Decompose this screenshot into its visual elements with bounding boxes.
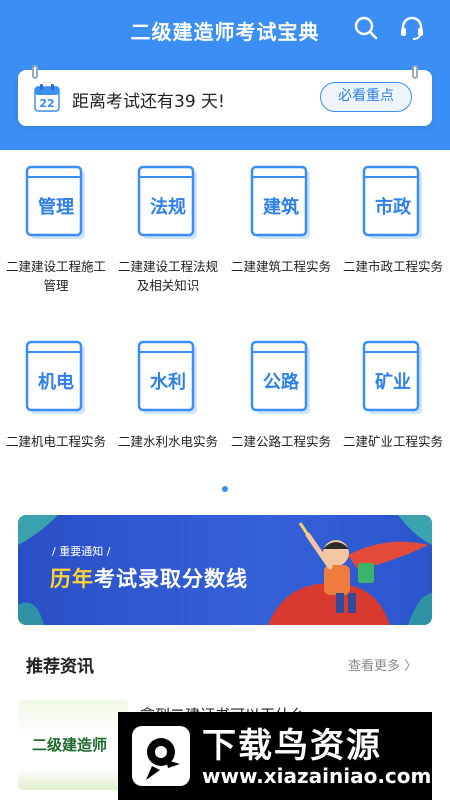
subject-name: 二建建筑工程实务 <box>230 259 331 274</box>
book-label: 水利 <box>150 372 186 393</box>
key-points-button[interactable]: 必看重点 <box>320 82 412 112</box>
app-title: 二级建造师考试宝典 <box>130 20 320 44</box>
banner-title-rest: 考试录取分数线 <box>94 567 248 591</box>
watermark-url: www.xiazainiao.com <box>202 764 432 788</box>
subject-item[interactable]: 市政 二建市政工程实务 <box>337 165 449 276</box>
book-icon: 矿业 <box>362 340 424 416</box>
subject-item[interactable]: 矿业 二建矿业工程实务 <box>337 340 449 451</box>
bird-logo-icon <box>132 726 190 786</box>
book-icon: 水利 <box>137 340 199 416</box>
pager-dot <box>222 486 228 492</box>
recommend-section-title: 推荐资讯 <box>26 657 94 677</box>
book-label: 管理 <box>38 197 74 218</box>
search-icon[interactable] <box>352 14 380 42</box>
calendar-icon: 22 <box>34 84 60 112</box>
watermark-title: 下载鸟资源 <box>202 726 382 766</box>
exam-countdown-card: 22 距离考试还有39 天! 必看重点 <box>18 65 432 126</box>
book-label: 矿业 <box>375 372 411 393</box>
score-line-banner[interactable]: / 重要通知 / 历年考试录取分数线 <box>18 515 432 625</box>
subject-item[interactable]: 公路 二建公路工程实务 <box>225 340 337 451</box>
subject-item[interactable]: 水利 二建水利水电实务 <box>112 340 224 451</box>
binder-ring <box>412 65 418 79</box>
view-more-link[interactable]: 查看更多 〉 <box>348 655 417 674</box>
headset-icon[interactable] <box>398 14 426 42</box>
book-icon: 管理 <box>25 165 87 241</box>
book-label: 公路 <box>263 372 299 393</box>
subject-name: 二建建设工程法规及相关知识 <box>117 259 218 293</box>
binder-ring <box>32 65 38 79</box>
book-icon: 法规 <box>137 165 199 241</box>
watermark-overlay: 下载鸟资源 www.xiazainiao.com <box>118 712 432 800</box>
banner-title-accent: 历年 <box>50 567 94 591</box>
subject-item[interactable]: 机电 二建机电工程实务 <box>0 340 112 451</box>
countdown-text: 距离考试还有39 天! <box>72 92 225 112</box>
banner-title: 历年考试录取分数线 <box>50 563 248 593</box>
subject-item[interactable]: 管理 二建建设工程施工管理 <box>0 165 112 295</box>
calendar-day: 22 <box>39 97 54 110</box>
news-thumbnail-text: 二级建造师 <box>32 736 108 754</box>
book-label: 建筑 <box>263 197 299 218</box>
subject-item[interactable]: 建筑 二建建筑工程实务 <box>225 165 337 276</box>
book-icon: 机电 <box>25 340 87 416</box>
news-thumbnail: 二级建造师 <box>18 700 128 790</box>
subject-name: 二建公路工程实务 <box>230 434 331 449</box>
book-icon: 市政 <box>362 165 424 241</box>
subject-name: 二建矿业工程实务 <box>342 434 443 449</box>
subject-name: 二建建设工程施工管理 <box>5 259 106 293</box>
banner-tag: / 重要通知 / <box>52 545 111 558</box>
book-icon: 公路 <box>250 340 312 416</box>
book-label: 法规 <box>150 197 186 218</box>
subject-name: 二建水利水电实务 <box>117 434 218 449</box>
book-label: 机电 <box>38 372 74 393</box>
book-icon: 建筑 <box>250 165 312 241</box>
book-label: 市政 <box>375 197 411 218</box>
subject-item[interactable]: 法规 二建建设工程法规及相关知识 <box>112 165 224 295</box>
subject-name: 二建市政工程实务 <box>342 259 443 274</box>
subject-name: 二建机电工程实务 <box>5 434 106 449</box>
